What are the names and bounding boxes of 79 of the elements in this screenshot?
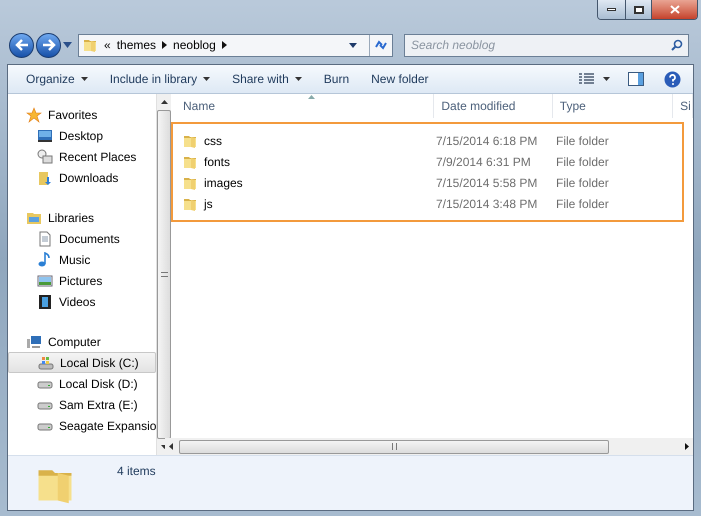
- preview-pane-icon[interactable]: [628, 72, 644, 86]
- sort-arrow-icon: [308, 95, 315, 99]
- file-name[interactable]: js: [204, 194, 213, 212]
- pictures-icon: [37, 272, 53, 288]
- item-count: 4 items: [117, 463, 156, 480]
- column-header[interactable]: Date modified: [434, 94, 553, 118]
- address-bar[interactable]: « themes neoblog: [78, 34, 393, 56]
- toolbar-button[interactable]: New folder: [363, 68, 436, 90]
- caret-icon: [80, 77, 88, 81]
- close-button[interactable]: [651, 0, 697, 19]
- chevron-icon: [222, 41, 227, 49]
- column-header[interactable]: Name: [165, 94, 434, 118]
- nav-item[interactable]: Local Disk (C:): [8, 352, 156, 373]
- forward-arrow-icon: [42, 39, 56, 51]
- toolbar-button[interactable]: Organize: [18, 68, 96, 90]
- music-note-icon: [37, 252, 53, 268]
- nav-item[interactable]: Downloads: [8, 167, 156, 188]
- back-button[interactable]: [9, 32, 34, 58]
- recent-places-icon: [37, 148, 53, 164]
- nav-item[interactable]: Local Disk (D:): [8, 373, 156, 394]
- breadcrumb[interactable]: neoblog: [173, 36, 216, 54]
- nav-group-header[interactable]: Libraries: [8, 207, 156, 228]
- date-cell-text: 7/9/2014 6:31 PM: [436, 154, 532, 170]
- help-icon[interactable]: [664, 70, 681, 88]
- history-dropdown-icon: [63, 42, 72, 48]
- column-header[interactable]: Si: [673, 94, 693, 118]
- nav-group-header[interactable]: Favorites: [8, 104, 156, 125]
- type-cell-text: File folder: [556, 174, 609, 192]
- caret-icon: [294, 77, 302, 81]
- caret-icon: [603, 77, 610, 81]
- maximize-button[interactable]: [625, 0, 651, 19]
- back-arrow-icon: [14, 39, 28, 51]
- breadcrumb[interactable]: themes: [116, 36, 156, 54]
- type-cell-text: File folder: [556, 132, 609, 150]
- date-cell-text: 7/15/2014 3:48 PM: [436, 196, 538, 212]
- scroll-right-icon: [685, 443, 689, 450]
- nav-item[interactable]: Videos: [8, 291, 156, 312]
- nav-item[interactable]: Recent Places: [8, 146, 156, 167]
- document-icon: [37, 230, 53, 246]
- forward-button[interactable]: [36, 32, 61, 58]
- details-view-icon: [579, 73, 594, 85]
- star-icon: [26, 106, 42, 122]
- column-header[interactable]: Type: [552, 94, 674, 118]
- nav-item[interactable]: Seagate Expansio: [8, 415, 156, 436]
- nav-item[interactable]: Documents: [8, 228, 156, 249]
- search-icon: [671, 38, 683, 50]
- type-cell-text: File folder: [556, 196, 609, 212]
- toolbar-button[interactable]: Burn: [316, 68, 358, 90]
- scroll-left-icon: [169, 443, 173, 450]
- nav-item[interactable]: Pictures: [8, 270, 156, 291]
- scrollbar-thumb[interactable]: [179, 440, 609, 454]
- system-drive-icon: [38, 354, 54, 370]
- computer-icon: [26, 334, 42, 350]
- file-name[interactable]: fonts: [204, 152, 230, 170]
- address-dropdown-icon: [349, 42, 357, 48]
- folder-icon: [82, 37, 98, 53]
- nav-item[interactable]: Sam Extra (E:): [8, 394, 156, 415]
- file-name[interactable]: css: [204, 132, 222, 150]
- toolbar-button[interactable]: Share with: [224, 68, 310, 90]
- address-overflow[interactable]: «: [104, 36, 111, 54]
- scroll-up-icon: [160, 100, 168, 104]
- nav-group-header[interactable]: Computer: [8, 331, 156, 352]
- search-field[interactable]: Search neoblog: [404, 34, 689, 56]
- view-options-button[interactable]: [579, 73, 610, 85]
- date-cell-text: 7/15/2014 6:18 PM: [436, 132, 538, 150]
- type-cell-text: File folder: [556, 154, 609, 170]
- minimize-button[interactable]: [598, 0, 625, 19]
- nav-item[interactable]: Desktop: [8, 125, 156, 146]
- file-name[interactable]: images: [204, 174, 243, 192]
- monitor-icon: [37, 128, 53, 144]
- caret-icon: [203, 77, 210, 81]
- chevron-icon: [162, 41, 168, 49]
- date-cell-text: 7/15/2014 5:58 PM: [436, 174, 538, 192]
- horizontal-scrollbar[interactable]: [165, 438, 693, 455]
- nav-item[interactable]: Music: [8, 249, 156, 270]
- close-icon: [670, 5, 680, 14]
- film-strip-icon: [37, 294, 53, 310]
- toolbar-button[interactable]: Include in library: [102, 68, 218, 90]
- downloads-folder-icon: [37, 170, 53, 186]
